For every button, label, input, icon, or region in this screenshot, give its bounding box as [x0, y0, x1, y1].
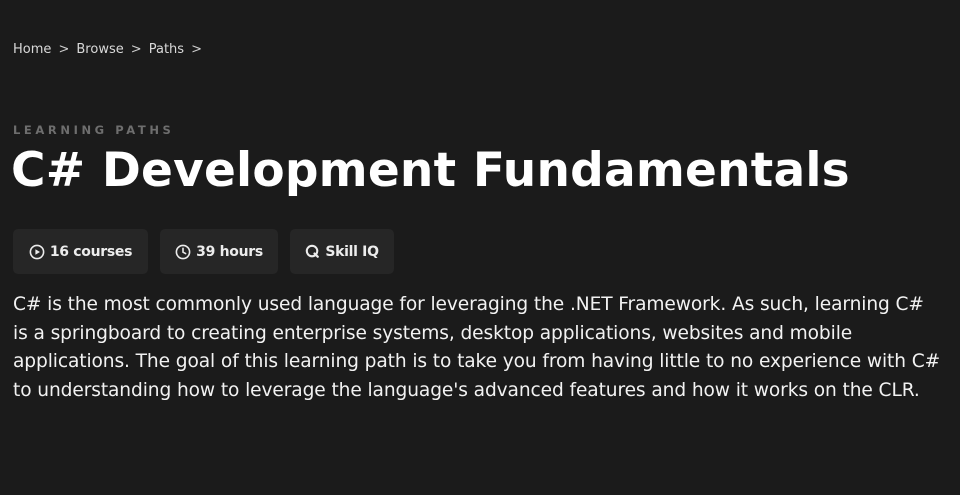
play-circle-icon: [29, 244, 45, 259]
courses-count-chip[interactable]: 16 courses: [13, 229, 148, 274]
clock-icon: [175, 244, 191, 259]
breadcrumb: Home > Browse > Paths >: [13, 42, 209, 57]
skill-iq-label: Skill IQ: [325, 243, 379, 260]
breadcrumb-separator: >: [130, 42, 142, 57]
courses-count-label: 16 courses: [49, 243, 133, 260]
breadcrumb-separator: >: [191, 42, 203, 57]
learning-path-page: Home > Browse > Paths > LEARNING PATHS C…: [0, 0, 960, 495]
path-description: C# is the most commonly used language fo…: [13, 294, 941, 401]
section-eyebrow: LEARNING PATHS: [13, 123, 175, 137]
hours-count-label: 39 hours: [196, 243, 263, 260]
breadcrumb-separator: >: [58, 42, 70, 57]
breadcrumb-home-link[interactable]: Home: [13, 42, 51, 57]
skill-iq-icon: [306, 244, 320, 258]
page-title: C# Development Fundamentals: [11, 143, 850, 198]
stats-chips: 16 courses 39 hours Skill IQ: [13, 229, 406, 274]
breadcrumb-paths-link[interactable]: Paths: [149, 42, 184, 57]
skill-iq-chip[interactable]: Skill IQ: [290, 229, 394, 274]
hours-count-chip[interactable]: 39 hours: [160, 229, 278, 274]
breadcrumb-browse-link[interactable]: Browse: [76, 42, 123, 57]
